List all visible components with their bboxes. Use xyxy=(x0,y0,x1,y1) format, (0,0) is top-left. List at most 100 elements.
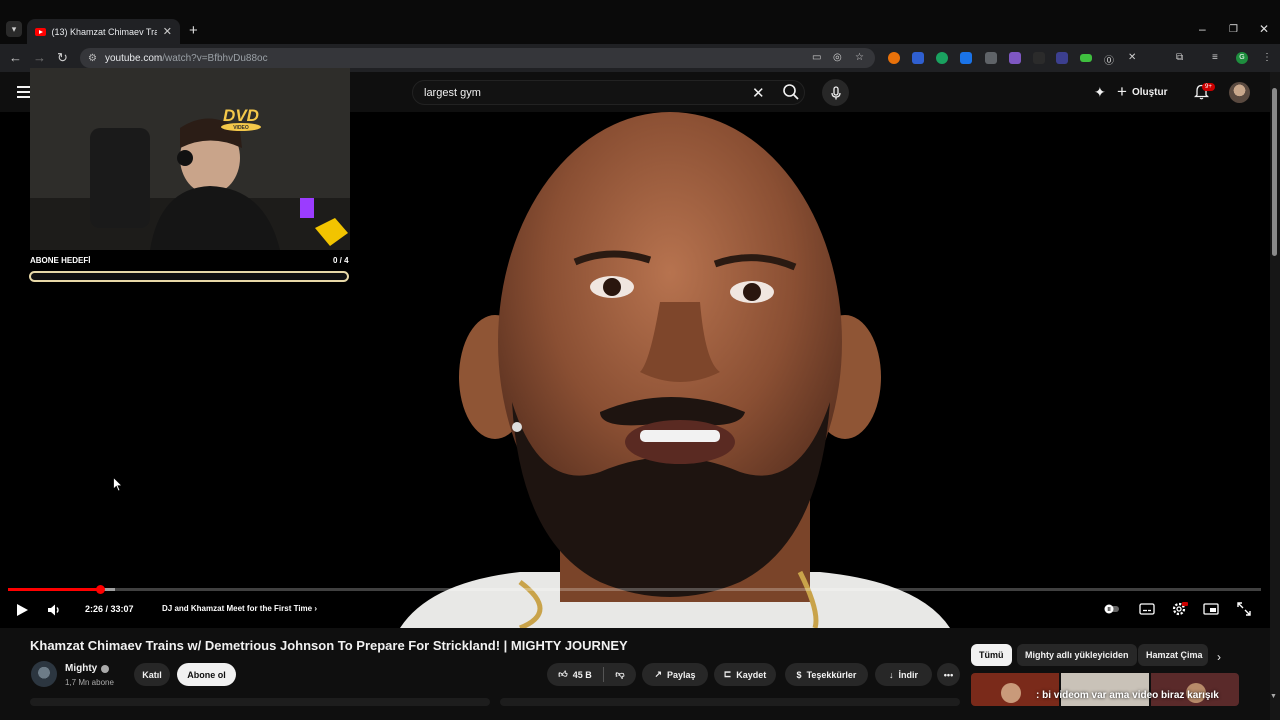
reload-icon[interactable]: ↻ xyxy=(57,50,68,66)
thanks-icon: $ xyxy=(796,669,802,680)
scrollbar-thumb[interactable] xyxy=(1272,88,1277,256)
download-icon: ↓ xyxy=(889,669,894,680)
download-label: İndir xyxy=(898,669,919,680)
subscriber-goal-count: 0 / 4 xyxy=(333,256,349,265)
streamer-webcam xyxy=(30,68,350,250)
extension-icon-9[interactable] xyxy=(1080,54,1092,62)
create-label: Oluştur xyxy=(1131,86,1168,98)
close-window-icon[interactable]: ✕ xyxy=(1259,22,1269,36)
extension-icon-10[interactable]: ⓪ xyxy=(1104,52,1114,67)
subscriber-goal-label: ABONE HEDEFİ xyxy=(30,256,91,265)
thanks-label: Teşekkürler xyxy=(806,669,857,680)
subscriber-goal-bar xyxy=(29,271,349,282)
minimize-icon[interactable]: – xyxy=(1199,22,1206,36)
time-display: 2:26 / 33:07 xyxy=(85,604,134,614)
extension-icon-7[interactable] xyxy=(1033,52,1045,64)
mic-icon[interactable] xyxy=(822,79,849,106)
channel-name[interactable]: Mighty xyxy=(65,663,97,674)
chip-related[interactable]: Hamzat Çima xyxy=(1138,644,1208,666)
search-input[interactable] xyxy=(424,86,724,99)
forward-icon[interactable]: → xyxy=(33,50,46,65)
star-icon[interactable]: ☆ xyxy=(855,52,864,63)
address-bar[interactable]: ⚙ youtube.com/watch?v=BfbhvDu88oc xyxy=(80,48,875,68)
back-icon[interactable]: ← xyxy=(9,50,22,65)
like-count: 45 B xyxy=(572,669,592,680)
clear-search-icon[interactable]: ✕ xyxy=(752,84,765,102)
media-icon[interactable]: ≡ xyxy=(1212,52,1218,63)
dislike-button[interactable]: 👎︎ xyxy=(604,663,636,686)
extension-icon-8[interactable] xyxy=(1056,52,1068,64)
subscriber-count: 1,7 Mn abone xyxy=(65,678,114,687)
verified-icon xyxy=(101,665,109,673)
cast-icon[interactable]: ▭ xyxy=(812,52,821,63)
join-button[interactable]: Katıl xyxy=(134,663,170,686)
url-text[interactable]: youtube.com/watch?v=BfbhvDu88oc xyxy=(105,53,268,64)
tab-list-icon[interactable]: ▾ xyxy=(6,21,22,37)
browser-menu-icon[interactable]: ⋮ xyxy=(1262,52,1272,63)
thanks-button[interactable]: $ Teşekkürler xyxy=(785,663,868,686)
video-title: Khamzat Chimaev Trains w/ Demetrious Joh… xyxy=(30,638,628,653)
notification-badge: 9+ xyxy=(1202,83,1215,91)
extension-icon-2[interactable] xyxy=(912,52,924,64)
chevron-right-icon: › xyxy=(314,604,318,613)
recommended-video-caption: : bi videom var ama video biraz karışık xyxy=(1036,690,1219,701)
search-icon[interactable] xyxy=(782,83,800,101)
save-button[interactable]: ⊏ Kaydet xyxy=(714,663,776,686)
plus-icon[interactable]: + xyxy=(189,22,198,39)
avatar[interactable] xyxy=(1229,82,1250,103)
chapter-title[interactable]: DJ and Khamzat Meet for the First Time › xyxy=(162,604,317,613)
progress-scrubber[interactable] xyxy=(96,585,105,594)
share-label: Paylaş xyxy=(667,669,696,680)
play-icon[interactable] xyxy=(15,603,29,617)
volume-icon[interactable] xyxy=(47,603,63,617)
search-box[interactable] xyxy=(412,80,805,105)
extension-icon-5[interactable] xyxy=(985,52,997,64)
site-info-icon[interactable]: ⚙ xyxy=(88,53,97,64)
description-skeleton xyxy=(30,698,490,706)
fullscreen-icon[interactable] xyxy=(1236,602,1252,616)
chip-from-uploader[interactable]: Mighty adlı yükleyiciden xyxy=(1017,644,1137,666)
menu-icon[interactable] xyxy=(17,86,30,98)
extensions-icon[interactable]: ⧉ xyxy=(1176,52,1183,63)
svg-text:DVD: DVD xyxy=(223,106,259,125)
download-button[interactable]: ↓ İndir xyxy=(875,663,932,686)
sparkle-icon[interactable]: ✦ xyxy=(1094,84,1106,101)
subscribe-button[interactable]: Abone ol xyxy=(177,663,236,686)
share-button[interactable]: ↗ Paylaş xyxy=(642,663,708,686)
close-icon[interactable]: ✕ xyxy=(163,25,172,38)
youtube-favicon-icon xyxy=(35,27,46,36)
extension-icon-11[interactable]: ✕ xyxy=(1128,52,1136,63)
autoplay-toggle-icon[interactable] xyxy=(1104,602,1120,616)
chevron-right-icon[interactable]: › xyxy=(1217,650,1221,664)
like-button[interactable]: 👍︎ 45 B xyxy=(547,663,603,686)
thumbs-up-icon: 👍︎ xyxy=(558,669,568,679)
profile-icon[interactable]: G xyxy=(1236,52,1248,64)
grammarly-icon[interactable] xyxy=(936,52,948,64)
scroll-down-icon[interactable]: ▼ xyxy=(1270,693,1277,700)
more-actions-icon[interactable]: ••• xyxy=(937,663,960,686)
thumbs-down-icon: 👎︎ xyxy=(615,669,625,679)
eye-off-icon[interactable]: ◎ xyxy=(833,52,842,63)
svg-text:VIDEO: VIDEO xyxy=(233,125,249,131)
progress-played xyxy=(8,588,100,591)
create-button[interactable]: + Oluştur xyxy=(1117,81,1168,103)
browser-tab-active[interactable]: (13) Khamzat Chimaev Trains w/ ✕ xyxy=(27,19,180,44)
subtitles-icon[interactable] xyxy=(1139,602,1155,616)
progress-bar[interactable] xyxy=(8,588,1261,591)
channel-avatar[interactable] xyxy=(31,661,57,687)
chip-all[interactable]: Tümü xyxy=(971,644,1012,666)
extension-icon-1[interactable] xyxy=(888,52,900,64)
mouse-cursor-icon xyxy=(113,477,123,492)
dvd-logo: DVD VIDEO xyxy=(221,106,261,131)
translate-icon[interactable] xyxy=(960,52,972,64)
extension-icon-6[interactable] xyxy=(1009,52,1021,64)
share-icon: ↗ xyxy=(654,669,662,679)
tab-title: (13) Khamzat Chimaev Trains w/ xyxy=(51,26,157,37)
plus-icon: + xyxy=(1117,82,1127,101)
bookmark-icon: ⊏ xyxy=(723,669,732,679)
save-label: Kaydet xyxy=(736,669,767,680)
miniplayer-icon[interactable] xyxy=(1203,602,1219,616)
restore-icon[interactable]: ❐ xyxy=(1229,24,1238,35)
settings-icon[interactable] xyxy=(1172,602,1188,616)
comments-skeleton xyxy=(500,698,960,706)
